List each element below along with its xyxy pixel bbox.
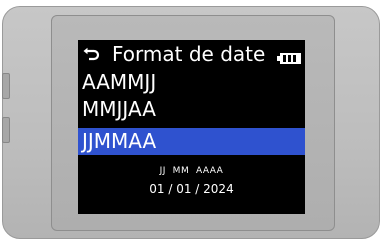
left-side-button-bottom[interactable] xyxy=(2,117,10,143)
back-arrow-icon[interactable] xyxy=(82,46,100,64)
screen-title: Format de date xyxy=(112,42,266,66)
lcd-screen: Format de date AAMMJJ MMJJAA JJMMAA JJ M… xyxy=(78,40,305,214)
date-format-preview-value: 01 / 01 / 2024 xyxy=(149,182,234,196)
screen-header: Format de date xyxy=(78,40,305,69)
left-side-button-top[interactable] xyxy=(2,73,10,99)
menu-option-jjmmaa[interactable]: JJMMAA xyxy=(78,128,305,155)
menu-option-mmjjaa[interactable]: MMJJAA xyxy=(78,96,305,123)
battery-full-icon xyxy=(277,49,301,64)
date-format-preview-heading: JJ MM AAAA xyxy=(159,166,224,176)
menu-option-aammjj[interactable]: AAMMJJ xyxy=(78,69,305,96)
